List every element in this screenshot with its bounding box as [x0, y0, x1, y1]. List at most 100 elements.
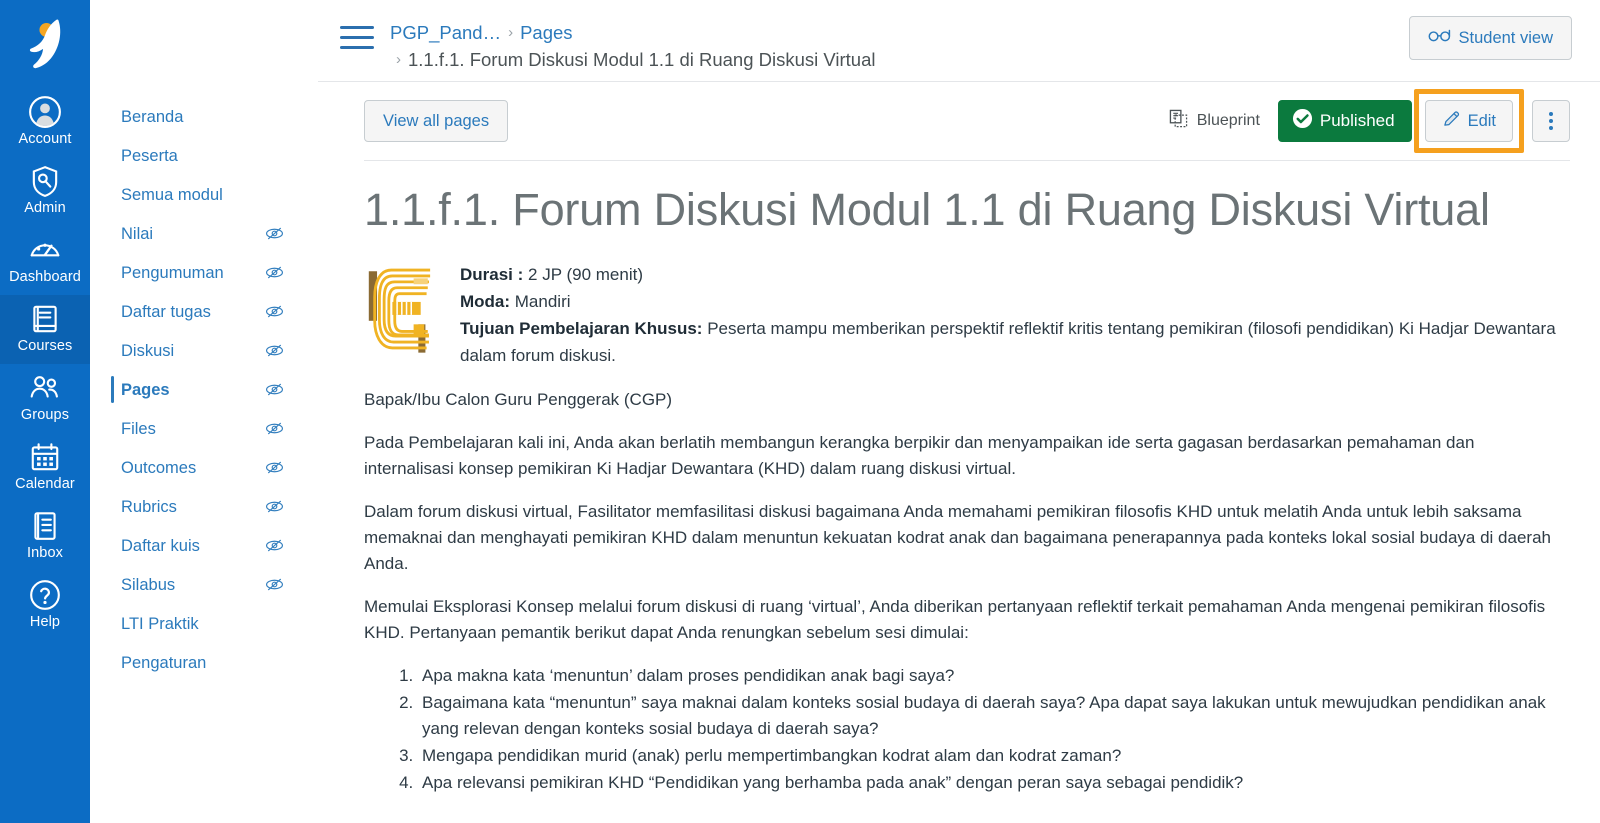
course-nav-item-silabus[interactable]: Silabus [90, 565, 318, 604]
meta-moda-value: Mandiri [510, 292, 571, 311]
course-nav-label: LTI Praktik [121, 614, 199, 633]
pencil-icon [1442, 109, 1461, 133]
list-item: Apa relevansi pemikiran KHD “Pendidikan … [418, 770, 1558, 796]
course-navigation: Beranda Peserta Semua modul Nilai Pengum… [90, 0, 318, 823]
more-options-button[interactable] [1532, 100, 1570, 142]
global-nav-item-dashboard[interactable]: Dashboard [0, 226, 90, 295]
course-nav-label: Semua modul [121, 185, 223, 204]
global-nav-item-admin[interactable]: Admin [0, 157, 90, 226]
course-nav-label: Beranda [121, 107, 184, 126]
page-title: 1.1.f.1. Forum Diskusi Modul 1.1 di Ruan… [364, 184, 1490, 235]
course-nav-item-lti-praktik[interactable]: LTI Praktik [90, 604, 318, 643]
page-meta-block: Durasi : 2 JP (90 menit) Moda: Mandiri T… [364, 259, 1558, 369]
eye-slash-icon [265, 536, 284, 555]
global-nav-label: Dashboard [9, 269, 81, 285]
canvas-app: Account Admin Dashboard Courses Groups C… [0, 0, 1600, 823]
breadcrumb-separator: › [508, 24, 514, 41]
eye-slash-icon [265, 380, 284, 399]
eye-slash-icon [265, 224, 284, 243]
course-nav-item-pengaturan[interactable]: Pengaturan [90, 643, 318, 682]
meta-durasi: Durasi : 2 JP (90 menit) [460, 261, 1558, 288]
question-circle-icon [28, 578, 62, 612]
course-nav-label: Silabus [121, 575, 176, 594]
course-nav-label: Daftar kuis [121, 536, 200, 555]
course-nav-label: Outcomes [121, 458, 197, 477]
breadcrumb-current-page: 1.1.f.1. Forum Diskusi Modul 1.1 di Ruan… [408, 49, 876, 70]
eye-slash-icon [265, 302, 284, 321]
paragraph-forum: Dalam forum diskusi virtual, Fasilitator… [364, 502, 1551, 573]
eye-slash-icon [265, 497, 284, 516]
page-action-bar: View all pages Blueprint Published Edit [318, 82, 1600, 153]
wiki-page-body: 1.1.f.1. Forum Diskusi Modul 1.1 di Ruan… [318, 161, 1600, 796]
calendar-icon [28, 440, 62, 474]
list-item: Bagaimana kata “menuntun” saya maknai da… [418, 690, 1558, 742]
breadcrumb-course[interactable]: PGP_Pand… [390, 20, 501, 46]
student-view-label: Student view [1458, 28, 1553, 47]
blueprint-indicator: Blueprint [1169, 109, 1260, 133]
merdeka-belajar-logo[interactable] [14, 12, 76, 74]
course-nav-label: Files [121, 419, 156, 438]
course-nav-item-daftar-tugas[interactable]: Daftar tugas [90, 292, 318, 331]
global-nav-item-courses[interactable]: Courses [0, 295, 90, 364]
global-nav-label: Admin [24, 200, 66, 216]
course-nav-item-pengumuman[interactable]: Pengumuman [90, 253, 318, 292]
global-nav-label: Groups [20, 407, 70, 423]
meta-tujuan-label: Tujuan Pembelajaran Khusus: [460, 319, 703, 338]
course-nav-label: Peserta [121, 146, 178, 165]
course-nav-label: Rubrics [121, 497, 177, 516]
shield-key-icon [28, 164, 62, 198]
breadcrumb: PGP_Pand… › Pages › 1.1.f.1. Forum Disku… [390, 14, 876, 74]
course-nav-item-pages[interactable]: Pages [90, 370, 318, 409]
meta-durasi-label: Durasi : [460, 265, 524, 284]
course-nav-item-beranda[interactable]: Beranda [90, 97, 318, 136]
page-content-scroll: View all pages Blueprint Published Edit … [318, 82, 1600, 823]
breadcrumb-pages[interactable]: Pages [520, 20, 572, 46]
course-nav-item-nilai[interactable]: Nilai [90, 214, 318, 253]
inbox-document-icon [28, 509, 62, 543]
eye-slash-icon [265, 263, 284, 282]
course-nav-label: Pages [121, 380, 170, 399]
meta-moda-label: Moda: [460, 292, 511, 311]
student-view-button[interactable]: Student view [1408, 16, 1572, 60]
course-nav-item-files[interactable]: Files [90, 409, 318, 448]
meta-durasi-value: 2 JP (90 menit) [523, 265, 643, 284]
published-label: Published [1319, 111, 1395, 130]
blueprint-label: Blueprint [1196, 112, 1260, 129]
eye-slash-icon [265, 458, 284, 477]
global-nav-item-help[interactable]: Help [0, 571, 90, 640]
dashboard-gauge-icon [28, 233, 62, 267]
edit-button-highlight: Edit [1413, 89, 1525, 153]
global-nav-item-calendar[interactable]: Calendar [0, 433, 90, 502]
book-icon [28, 302, 62, 336]
global-nav-item-inbox[interactable]: Inbox [0, 502, 90, 571]
global-nav-item-groups[interactable]: Groups [0, 364, 90, 433]
course-nav-label: Daftar tugas [121, 302, 211, 321]
edit-label: Edit [1467, 111, 1496, 130]
eye-slash-icon [265, 575, 284, 594]
view-all-pages-button[interactable]: View all pages [364, 100, 509, 142]
edit-button[interactable]: Edit [1424, 100, 1513, 142]
global-nav-item-account[interactable]: Account [0, 88, 90, 157]
kebab-menu-icon [1549, 112, 1553, 130]
page-meta-lines: Durasi : 2 JP (90 menit) Moda: Mandiri T… [460, 259, 1558, 369]
check-circle-icon [1292, 108, 1313, 134]
course-nav-item-diskusi[interactable]: Diskusi [90, 331, 318, 370]
paragraph-greeting: Bapak/Ibu Calon Guru Penggerak (CGP) [364, 390, 673, 409]
paragraph-intro: Pada Pembelajaran kali ini, Anda akan be… [364, 433, 1475, 478]
course-nav-item-daftar-kuis[interactable]: Daftar kuis [90, 526, 318, 565]
published-status-button[interactable]: Published [1277, 100, 1412, 142]
course-nav-item-semua-modul[interactable]: Semua modul [90, 175, 318, 214]
hamburger-menu-icon[interactable] [340, 26, 374, 56]
course-nav-item-outcomes[interactable]: Outcomes [90, 448, 318, 487]
reflective-questions-list: Apa makna kata ‘menuntun’ dalam proses p… [418, 663, 1558, 796]
course-nav-item-peserta[interactable]: Peserta [90, 136, 318, 175]
top-bar: PGP_Pand… › Pages › 1.1.f.1. Forum Disku… [318, 0, 1600, 82]
main-pane: PGP_Pand… › Pages › 1.1.f.1. Forum Disku… [318, 0, 1600, 823]
blueprint-copy-icon [1169, 109, 1188, 133]
eyeglasses-icon [1428, 28, 1452, 48]
global-nav-label: Calendar [15, 476, 75, 492]
course-nav-item-rubrics[interactable]: Rubrics [90, 487, 318, 526]
global-nav-label: Help [29, 614, 61, 630]
course-nav-label: Nilai [121, 224, 154, 243]
global-navigation: Account Admin Dashboard Courses Groups C… [0, 0, 90, 823]
